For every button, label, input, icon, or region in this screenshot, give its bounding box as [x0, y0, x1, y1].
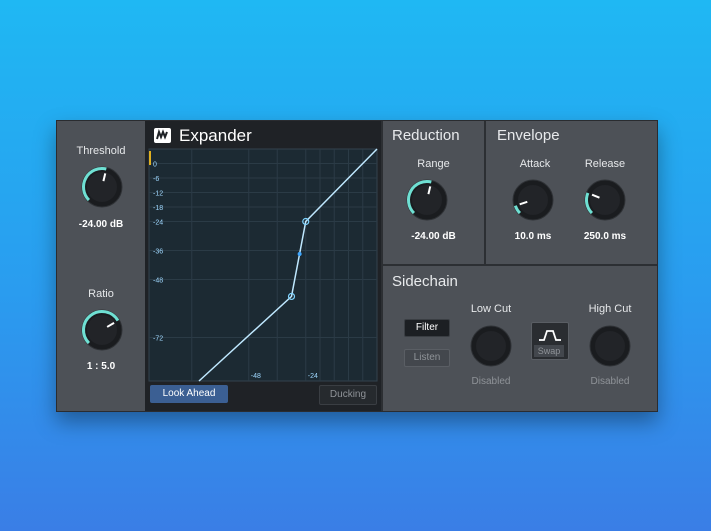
x-tick-label: -24: [308, 373, 318, 380]
reduction-title: Reduction: [392, 127, 460, 144]
high-cut-value: Disabled: [590, 376, 630, 387]
high-cut-knob[interactable]: [587, 323, 633, 369]
panel-divider: [383, 264, 657, 266]
curve-handle-knee[interactable]: [297, 251, 302, 256]
bandpass-filter-icon: [539, 330, 561, 341]
range-value: -24.00 dB: [411, 231, 456, 242]
low-cut-label: Low Cut: [470, 303, 512, 315]
sidechain-title: Sidechain: [392, 273, 458, 290]
presonus-logo-icon: [154, 128, 171, 143]
transfer-graph-panel: Expander 0 -6 -12 -18 -24 -36 -48 -72 -48 -24 Lo…: [145, 121, 381, 411]
attack-value: 10.0 ms: [514, 231, 552, 242]
y-tick-label: 0: [153, 162, 157, 169]
release-value: 250.0 ms: [583, 231, 627, 242]
y-tick-label: -12: [153, 191, 163, 198]
ducking-button[interactable]: Ducking: [319, 385, 377, 405]
y-tick-label: -72: [153, 336, 163, 343]
range-label: Range: [417, 158, 450, 170]
attack-label: Attack: [519, 158, 551, 170]
listen-button[interactable]: Listen: [404, 349, 450, 367]
release-knob[interactable]: [582, 177, 628, 223]
y-tick-label: -48: [153, 278, 163, 285]
expander-plugin: Threshold -24.00 dB Ratio 1 : 5.0 Expand…: [56, 120, 658, 412]
y-tick-label: -36: [153, 249, 163, 256]
y-tick-label: -6: [153, 176, 159, 183]
envelope-title: Envelope: [497, 127, 560, 144]
low-cut-knob[interactable]: [468, 323, 514, 369]
input-meter: [149, 151, 151, 165]
high-cut-label: High Cut: [588, 303, 632, 315]
threshold-value: -24.00 dB: [78, 219, 124, 230]
swap-button[interactable]: Swap: [531, 322, 569, 360]
release-label: Release: [584, 158, 626, 170]
threshold-knob[interactable]: [79, 164, 125, 210]
look-ahead-button[interactable]: Look Ahead: [150, 385, 228, 403]
range-knob[interactable]: [404, 177, 450, 223]
swap-label: Swap: [534, 345, 564, 357]
panel-divider: [484, 121, 486, 264]
ratio-value: 1 : 5.0: [86, 361, 116, 372]
plugin-title: Expander: [179, 126, 252, 145]
ratio-knob[interactable]: [79, 307, 125, 353]
threshold-label: Threshold: [76, 145, 126, 157]
y-tick-label: -18: [153, 205, 163, 212]
transfer-curve-graph[interactable]: Expander 0 -6 -12 -18 -24 -36 -48 -72 -48 -24: [145, 121, 381, 411]
x-tick-label: -48: [251, 373, 261, 380]
attack-knob[interactable]: [510, 177, 556, 223]
filter-button[interactable]: Filter: [404, 319, 450, 337]
ratio-label: Ratio: [88, 288, 114, 300]
y-tick-label: -24: [153, 220, 163, 227]
low-cut-value: Disabled: [471, 376, 511, 387]
